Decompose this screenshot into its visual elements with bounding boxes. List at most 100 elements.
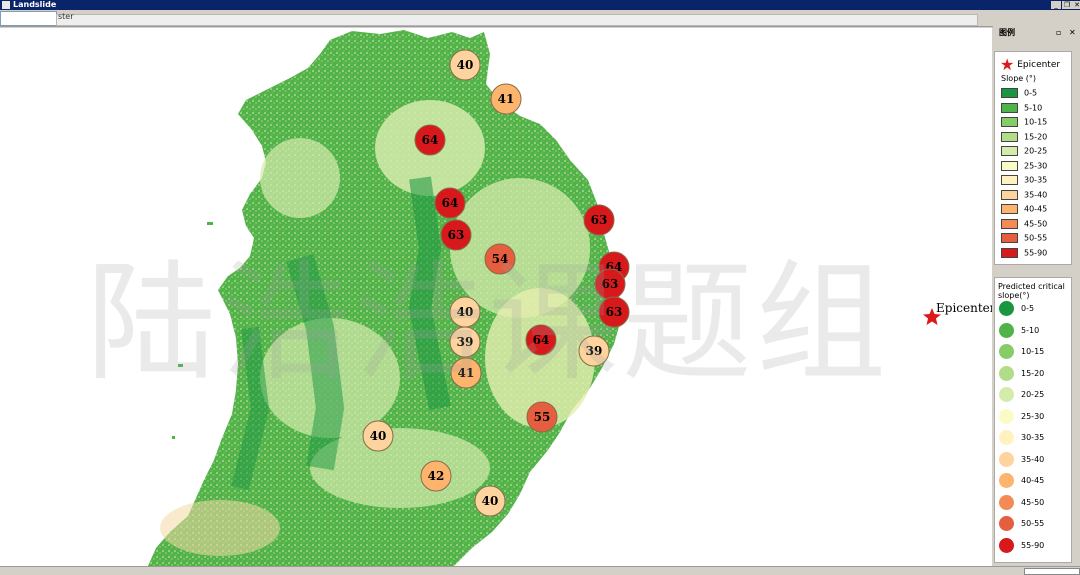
critical-class-item: 35-40 <box>999 451 1044 469</box>
close-icon[interactable]: ✕ <box>1069 26 1076 40</box>
epicenter-label: Epicenter <box>936 301 992 315</box>
slope-marker-value: 64 <box>442 196 459 210</box>
critical-class-label: 55-90 <box>1021 540 1045 550</box>
slope-swatch <box>1001 233 1018 243</box>
slope-marker-value: 40 <box>482 494 499 508</box>
slope-marker[interactable]: 63 <box>598 296 630 328</box>
slope-marker[interactable]: 40 <box>362 420 394 452</box>
critical-dot-swatch <box>999 301 1014 316</box>
slope-class-label: 30-35 <box>1024 175 1048 185</box>
epicenter-legend-label: Epicenter <box>1017 60 1061 70</box>
legend-header: 图例 ▫ ✕ <box>993 26 1080 40</box>
slope-swatch <box>1001 189 1018 200</box>
slope-class-label: 25-30 <box>1024 161 1048 170</box>
critical-dot-swatch <box>999 537 1014 553</box>
slope-swatch <box>1001 218 1018 229</box>
slope-class-item: 15-20 <box>1001 131 1048 142</box>
slope-marker[interactable]: 42 <box>420 460 452 492</box>
critical-class-item: 0-5 <box>999 300 1034 318</box>
slope-class-label: 10-15 <box>1024 117 1048 127</box>
minimize-button[interactable]: _ <box>1051 1 1061 9</box>
critical-class-item: 55-90 <box>999 537 1044 555</box>
slope-swatch <box>1001 146 1018 156</box>
slope-marker[interactable]: 39 <box>578 335 610 367</box>
critical-dot-swatch <box>999 430 1014 445</box>
slope-marker-value: 63 <box>606 305 623 319</box>
slope-legend-title: Slope (°) <box>1001 74 1036 83</box>
legend-panel: 图例 ▫ ✕ ★ Epicenter Slope (°) 0-5 5-10 10-1… <box>993 26 1080 566</box>
island <box>178 364 183 367</box>
slope-marker[interactable]: 41 <box>490 83 522 115</box>
critical-class-label: 25-30 <box>1021 411 1045 421</box>
critical-class-label: 10-15 <box>1021 347 1045 356</box>
slope-marker-value: 41 <box>458 366 475 380</box>
slope-class-item: 40-45 <box>1001 204 1047 214</box>
map-svg: 40416464635463646363403941643955404240 <box>148 30 941 566</box>
tab-strip <box>56 14 978 26</box>
slope-class-label: 0-5 <box>1024 88 1038 98</box>
slope-marker-value: 54 <box>492 252 509 266</box>
slope-marker[interactable]: 41 <box>450 357 482 389</box>
critical-class-item: 10-15 <box>999 343 1044 361</box>
epicenter-legend-item: ★ Epicenter <box>1000 55 1060 74</box>
slope-class-item: 10-15 <box>1001 117 1047 127</box>
critical-dot-swatch <box>999 344 1014 359</box>
pin-icon[interactable]: ▫ <box>1056 26 1061 40</box>
slope-marker-value: 41 <box>498 92 515 106</box>
highland-patch <box>260 138 340 218</box>
slope-marker[interactable]: 64 <box>434 187 466 219</box>
slope-marker-value: 40 <box>370 429 387 443</box>
slope-marker[interactable]: 64 <box>414 124 446 156</box>
layer-tab[interactable] <box>0 11 57 26</box>
slope-class-label: 55-90 <box>1024 248 1048 257</box>
slope-swatch <box>1001 131 1018 142</box>
slope-marker[interactable]: 63 <box>583 204 615 236</box>
critical-class-item: 30-35 <box>999 429 1044 447</box>
slope-marker[interactable]: 39 <box>449 326 481 358</box>
slope-marker[interactable]: 64 <box>525 324 557 356</box>
island <box>207 222 213 225</box>
slope-marker-value: 42 <box>428 469 445 483</box>
slope-class-item: 25-30 <box>1001 160 1048 171</box>
slope-marker[interactable]: 63 <box>440 219 472 251</box>
slope-marker-value: 63 <box>448 228 465 242</box>
slope-class-label: 15-20 <box>1024 132 1048 141</box>
slope-swatch <box>1001 117 1018 127</box>
slope-marker-value: 39 <box>457 335 474 349</box>
slope-swatch <box>1001 160 1018 171</box>
critical-slope-legend: Predicted critical slope(°) 0-5 5-10 10-15… <box>994 277 1072 563</box>
slope-marker-value: 40 <box>457 305 474 319</box>
map-canvas[interactable]: 40 41 64 64 63 54 63 64 63 63 40 39 41 64 39 55 40 42 40 陆… <box>0 28 992 566</box>
critical-class-item: 5-10 <box>999 322 1039 340</box>
critical-class-item: 40-45 <box>999 472 1044 490</box>
close-button[interactable]: ✕ <box>1072 1 1080 9</box>
slope-class-item: 45-50 <box>1001 218 1048 229</box>
window-title: Landslide <box>13 0 57 9</box>
critical-class-item: 50-55 <box>999 515 1044 533</box>
slope-class-label: 20-25 <box>1024 146 1048 156</box>
critical-class-label: 45-50 <box>1021 497 1045 507</box>
slope-class-item: 55-90 <box>1001 247 1048 258</box>
critical-dot-swatch <box>999 387 1014 402</box>
slope-swatch <box>1001 102 1018 113</box>
critical-class-item: 15-20 <box>999 365 1044 383</box>
slope-marker[interactable]: 40 <box>449 296 481 328</box>
slope-marker-value: 40 <box>457 58 474 72</box>
slope-marker[interactable]: 54 <box>484 243 516 275</box>
critical-dot-swatch <box>999 408 1014 424</box>
slope-marker-value: 63 <box>602 277 619 291</box>
critical-class-label: 30-35 <box>1021 433 1045 442</box>
highland-patch <box>160 500 280 556</box>
slope-class-label: 45-50 <box>1024 219 1048 228</box>
slope-marker-value: 63 <box>591 213 608 227</box>
slope-marker[interactable]: 40 <box>449 49 481 81</box>
restore-button[interactable]: ❐ <box>1062 1 1072 9</box>
slope-marker[interactable]: 55 <box>526 401 558 433</box>
island <box>172 436 175 439</box>
slope-marker[interactable]: 63 <box>594 268 626 300</box>
critical-dot-swatch <box>999 494 1014 510</box>
slope-marker[interactable]: 40 <box>474 485 506 517</box>
slope-class-label: 35-40 <box>1024 190 1048 199</box>
critical-class-label: 5-10 <box>1021 325 1040 335</box>
critical-class-label: 50-55 <box>1021 519 1045 528</box>
